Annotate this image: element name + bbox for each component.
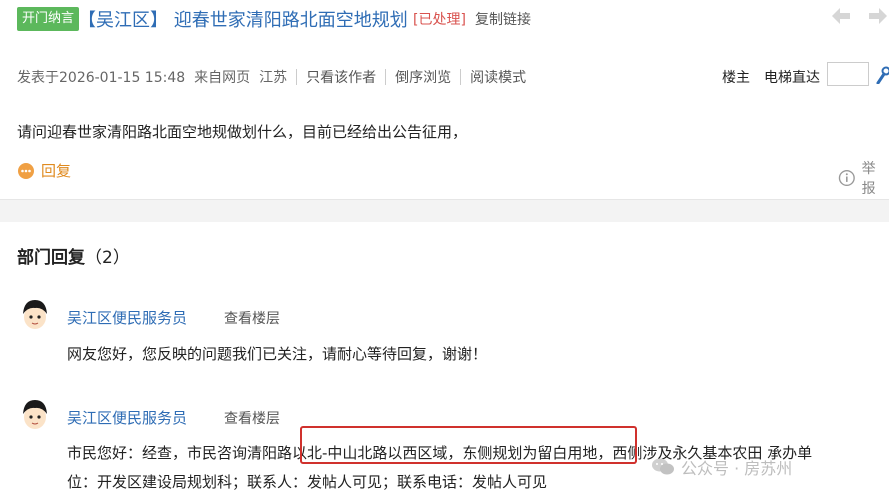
wechat-icon	[652, 458, 674, 475]
reply-author[interactable]: 吴江区便民服务员	[67, 307, 187, 328]
post-body: 请问迎春世家清阳路北面空地规做划什么，目前已经给出公告征用，	[17, 123, 468, 141]
section-title-text: 部门回复	[17, 248, 85, 268]
reply-text: 网友您好，您反映的问题我们已关注，请耐心等待回复，谢谢！	[67, 345, 488, 363]
view-floor-link[interactable]: 查看楼层	[224, 408, 280, 428]
wrench-icon[interactable]	[875, 64, 889, 84]
arrow-left-icon[interactable]	[830, 6, 852, 26]
category-tag: 开门纳言	[17, 7, 80, 31]
reply-label: 回复	[41, 162, 72, 180]
post-title: 【吴江区】 迎春世家清阳路北面空地规划	[78, 10, 408, 31]
reply-author[interactable]: 吴江区便民服务员	[67, 407, 187, 428]
publish-time: 发表于2026-01-15 15:48	[17, 70, 186, 86]
reply-text-line-2: 位：开发区建设局规划科；联系人：发帖人可见；联系电话：发帖人可见	[67, 473, 548, 491]
highlight-box	[300, 426, 637, 464]
floor-jump-label: 电梯直达	[764, 70, 820, 86]
meta-divider	[385, 69, 387, 85]
watermark-text: 公众号 · 房苏州	[681, 459, 793, 478]
post-source: 来自网页	[194, 70, 251, 86]
avatar	[23, 400, 47, 429]
copy-link-button[interactable]: 复制链接	[475, 9, 531, 29]
status-badge: [已处理]	[413, 12, 466, 28]
avatar	[23, 300, 47, 329]
info-circle-icon	[838, 169, 855, 187]
post-location: 江苏	[259, 70, 288, 86]
view-floor-link[interactable]: 查看楼层	[224, 308, 280, 328]
reverse-order-link[interactable]: 倒序浏览	[395, 67, 451, 87]
watermark: 公众号 · 房苏州	[651, 455, 792, 479]
floor-jump-input[interactable]	[827, 62, 869, 86]
reply-count: （2）	[85, 248, 130, 268]
post-meta: 发表于2026-01-15 15:48 来自网页 江苏 只看该作者 倒序浏览 阅…	[17, 67, 526, 87]
reply-button[interactable]: 回复	[17, 160, 71, 181]
report-label: 举报	[861, 161, 876, 197]
department-replies-heading: 部门回复（2）	[17, 243, 130, 268]
arrow-right-icon[interactable]	[867, 6, 889, 26]
chat-bubble-icon	[18, 162, 34, 179]
meta-divider	[460, 69, 462, 85]
meta-divider	[296, 69, 298, 85]
section-divider	[0, 199, 889, 222]
only-author-link[interactable]: 只看该作者	[306, 67, 376, 87]
report-button[interactable]: 举报	[838, 158, 889, 198]
read-mode-link[interactable]: 阅读模式	[470, 67, 526, 87]
owner-label: 楼主	[722, 70, 750, 86]
